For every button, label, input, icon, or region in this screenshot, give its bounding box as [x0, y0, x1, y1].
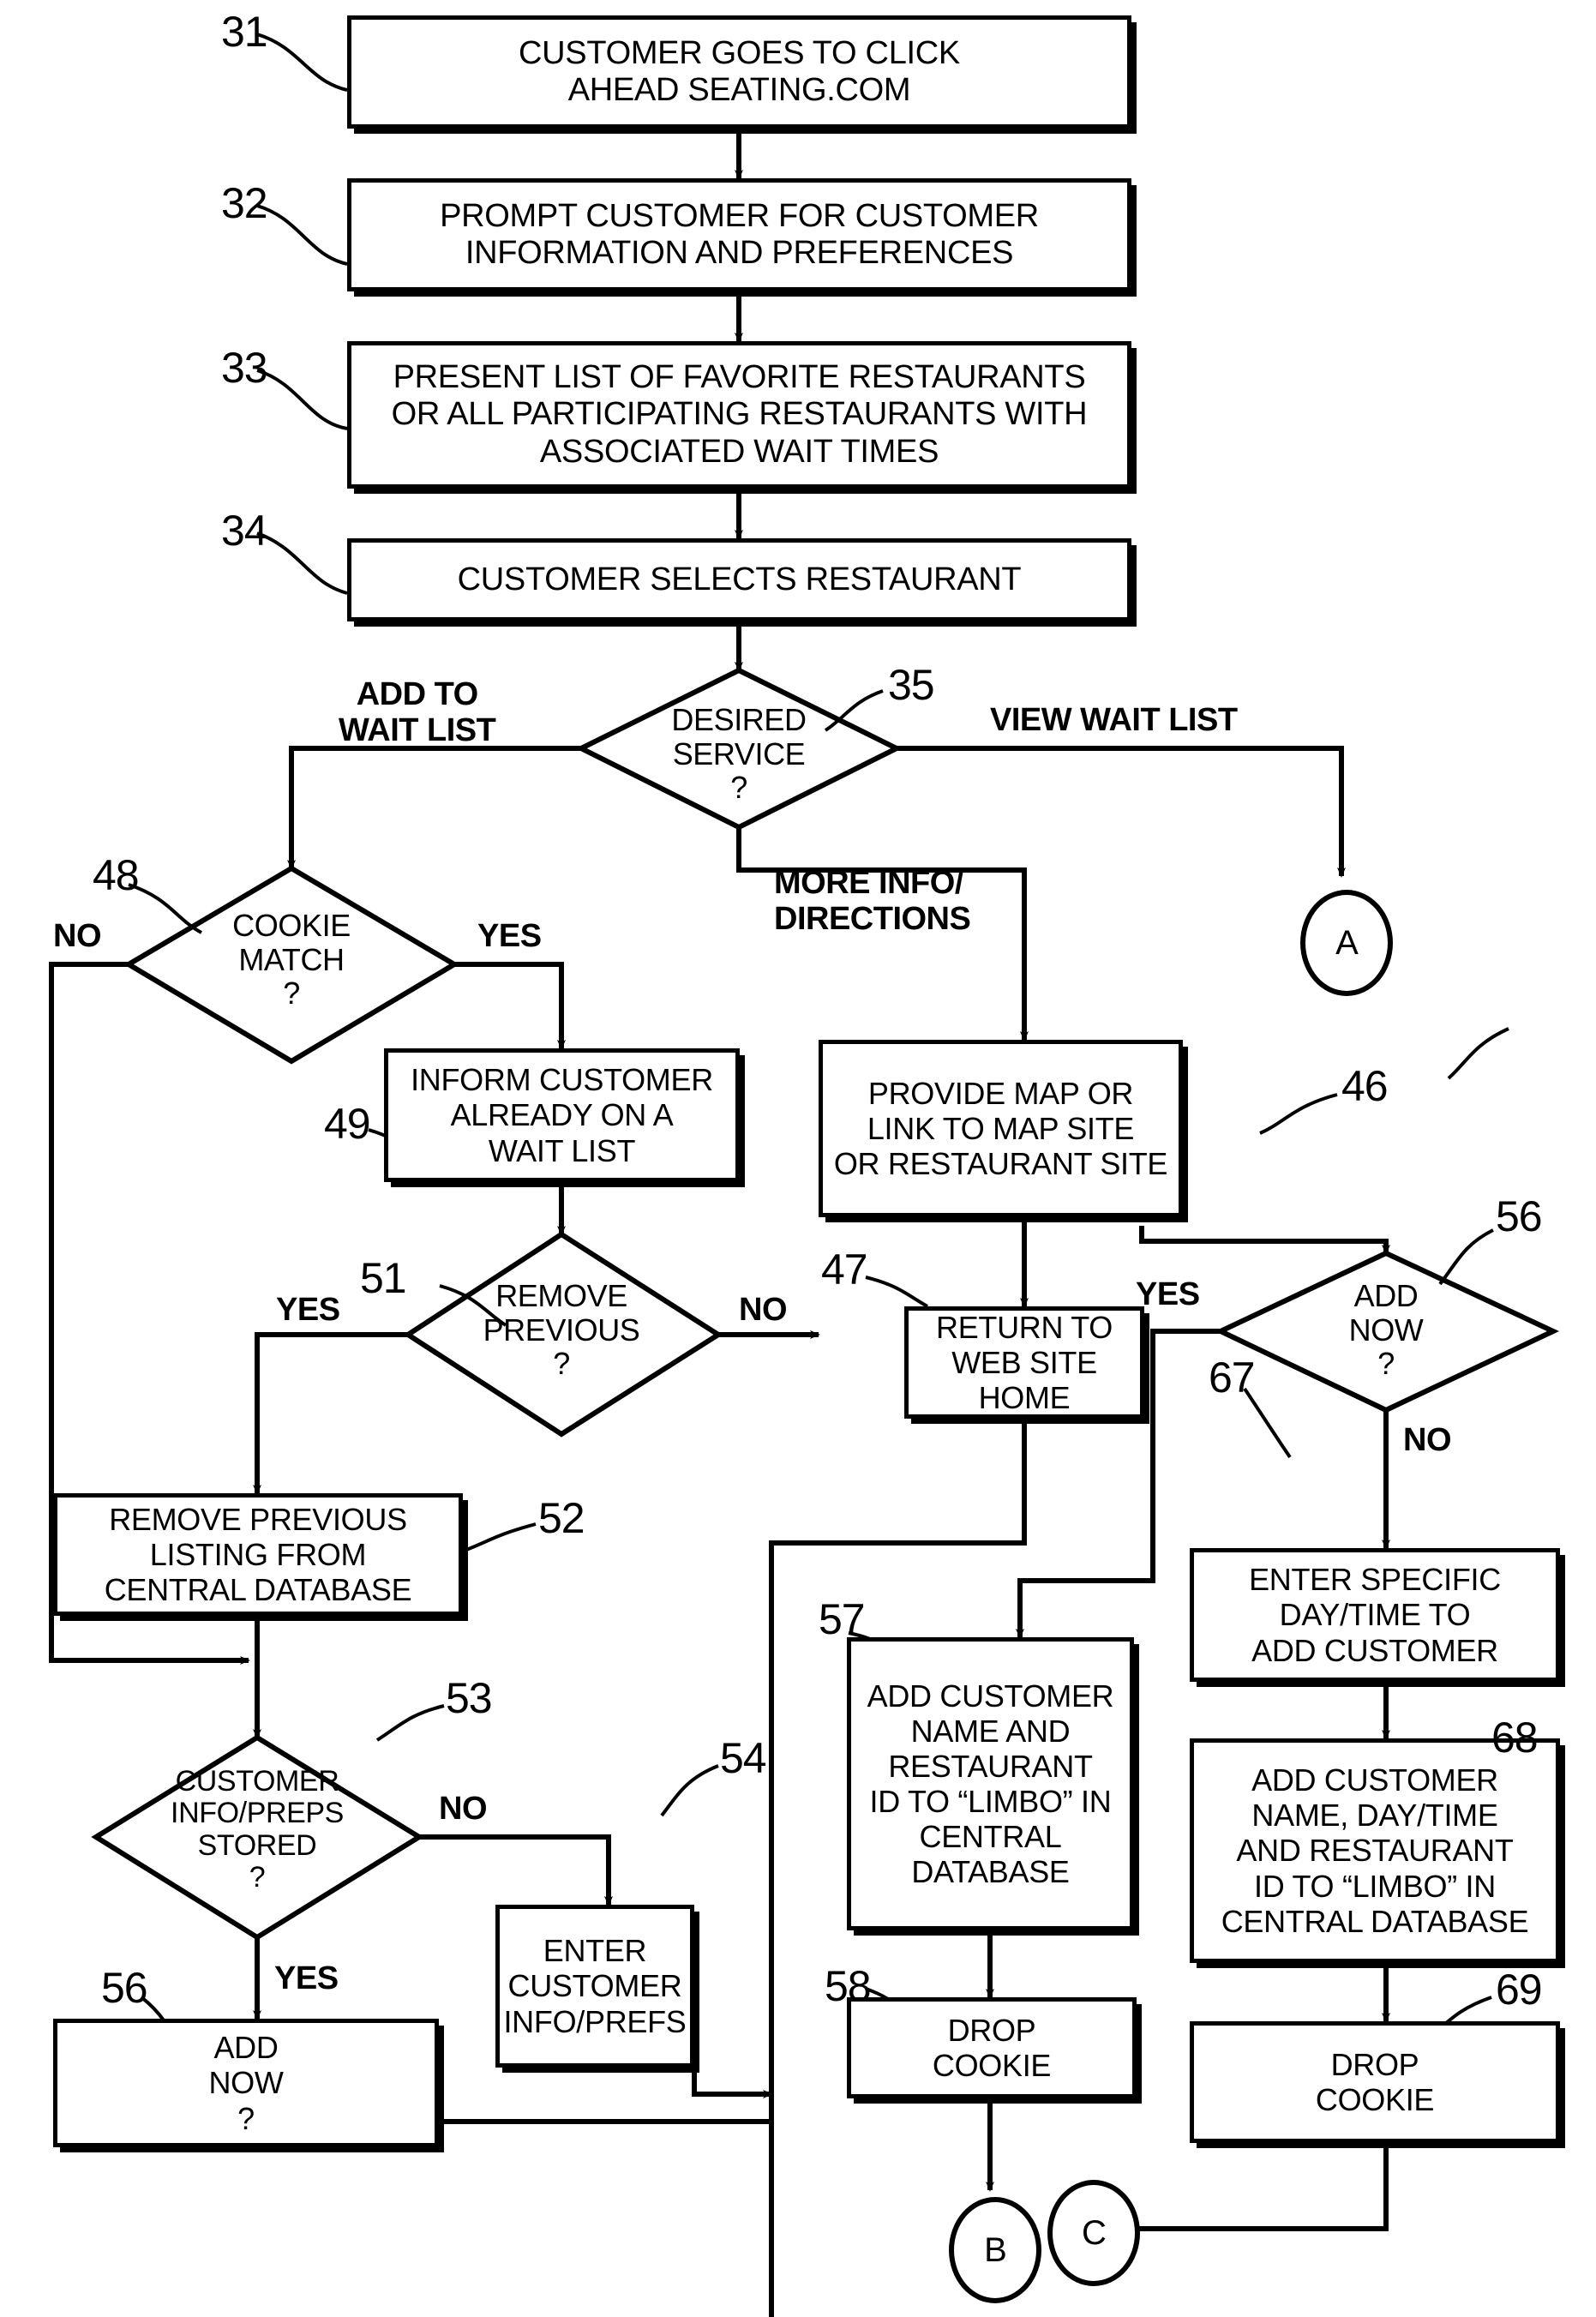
edge-label-remove-no: NO — [739, 1292, 788, 1328]
process-67[interactable]: ENTER SPECIFIC DAY/TIME TO ADD CUSTOMER — [1190, 1548, 1560, 1682]
edge-label-stored-no: NO — [439, 1791, 488, 1827]
edge-label-more-info-directions: MORE INFO/ DIRECTIONS — [774, 865, 971, 937]
process-67-label: ENTER SPECIFIC DAY/TIME TO ADD CUSTOMER — [1249, 1562, 1501, 1668]
process-68-label: ADD CUSTOMER NAME, DAY/TIME AND RESTAURA… — [1221, 1762, 1529, 1939]
ref-56: 56 — [1496, 1192, 1543, 1240]
edge-label-add-to-wait-list: ADD TO WAIT LIST — [339, 676, 496, 748]
process-32[interactable]: PROMPT CUSTOMER FOR CUSTOMER INFORMATION… — [347, 178, 1131, 291]
process-33-label: PRESENT LIST OF FAVORITE RESTAURANTS OR … — [391, 359, 1088, 470]
ref-34: 34 — [221, 507, 268, 555]
ref-48: 48 — [93, 851, 140, 899]
process-34[interactable]: CUSTOMER SELECTS RESTAURANT — [347, 538, 1131, 621]
edge-label-view-wait-list: VIEW WAIT LIST — [990, 702, 1238, 738]
process-54[interactable]: ENTER CUSTOMER INFO/PREFS — [495, 1905, 694, 2068]
process-52-label: REMOVE PREVIOUS LISTING FROM CENTRAL DAT… — [104, 1501, 412, 1608]
process-32-label: PROMPT CUSTOMER FOR CUSTOMER INFORMATION… — [440, 197, 1039, 271]
edge-label-addnow-yes: YES — [1136, 1276, 1200, 1312]
ref-53: 53 — [446, 1674, 493, 1722]
ref-69: 69 — [1496, 1966, 1543, 2014]
process-46[interactable]: PROVIDE MAP OR LINK TO MAP SITE OR RESTA… — [819, 1040, 1183, 1217]
ref-31: 31 — [221, 8, 268, 56]
process-57-label: ADD CUSTOMER NAME AND RESTAURANT ID TO “… — [867, 1678, 1114, 1890]
process-34-label: CUSTOMER SELECTS RESTAURANT — [457, 561, 1022, 597]
process-55[interactable]: ADD NOW ? — [53, 2019, 439, 2147]
edge-label-cookie-yes: YES — [477, 918, 542, 954]
edge-label-stored-yes: YES — [274, 1960, 339, 1996]
process-58[interactable]: DROP COOKIE — [847, 1997, 1137, 2098]
ref-47: 47 — [821, 1246, 868, 1294]
process-47[interactable]: RETURN TO WEB SITE HOME — [904, 1306, 1144, 1419]
process-33[interactable]: PRESENT LIST OF FAVORITE RESTAURANTS OR … — [347, 341, 1131, 489]
edge-label-addnow-no: NO — [1403, 1422, 1452, 1458]
edge-label-cookie-no: NO — [53, 918, 102, 954]
process-46-label: PROVIDE MAP OR LINK TO MAP SITE OR RESTA… — [833, 1075, 1168, 1182]
ref-46: 46 — [1341, 1062, 1389, 1110]
connector-a[interactable]: A — [1300, 890, 1393, 996]
connector-a-label: A — [1335, 923, 1359, 962]
process-57[interactable]: ADD CUSTOMER NAME AND RESTAURANT ID TO “… — [847, 1637, 1134, 1930]
process-31-label: CUSTOMER GOES TO CLICK AHEAD SEATING.COM — [519, 34, 960, 108]
process-49[interactable]: INFORM CUSTOMER ALREADY ON A WAIT LIST — [384, 1048, 740, 1182]
process-68[interactable]: ADD CUSTOMER NAME, DAY/TIME AND RESTAURA… — [1190, 1738, 1560, 1963]
process-54-label: ENTER CUSTOMER INFO/PREFS — [503, 1933, 687, 2039]
process-58-label: DROP COOKIE — [932, 2012, 1052, 2083]
process-69[interactable]: DROP COOKIE — [1190, 2021, 1560, 2143]
connector-b[interactable]: B — [949, 2197, 1041, 2303]
process-52[interactable]: REMOVE PREVIOUS LISTING FROM CENTRAL DAT… — [53, 1493, 463, 1616]
ref-68: 68 — [1491, 1714, 1539, 1762]
decision-53-label: CUSTOMER INFO/PREPS STORED ? — [171, 1765, 344, 1894]
flowchart-canvas: CUSTOMER GOES TO CLICK AHEAD SEATING.COM… — [0, 0, 1596, 2317]
process-55-label: ADD NOW ? — [208, 2030, 284, 2136]
ref-51: 51 — [360, 1254, 407, 1302]
ref-55: 56 — [101, 1964, 148, 2012]
process-31[interactable]: CUSTOMER GOES TO CLICK AHEAD SEATING.COM — [347, 15, 1131, 129]
edge-label-remove-yes: YES — [276, 1292, 340, 1328]
process-47-label: RETURN TO WEB SITE HOME — [936, 1309, 1113, 1416]
ref-32: 32 — [221, 179, 268, 227]
ref-67: 67 — [1209, 1354, 1256, 1402]
ref-54: 54 — [720, 1734, 767, 1782]
decision-48-label: COOKIE MATCH ? — [232, 908, 351, 1011]
ref-35: 35 — [888, 661, 935, 709]
connector-c-label: C — [1082, 2213, 1107, 2252]
ref-33: 33 — [221, 344, 268, 392]
ref-52: 52 — [538, 1494, 585, 1542]
decision-56-label-fallback: ADD NOW ? — [1348, 1278, 1424, 1382]
process-49-label: INFORM CUSTOMER ALREADY ON A WAIT LIST — [411, 1062, 713, 1168]
process-69-label: DROP COOKIE — [1315, 2046, 1435, 2117]
ref-57: 57 — [819, 1595, 866, 1643]
decision-35-label: DESIRED SERVICE ? — [671, 702, 807, 806]
decision-51-label: REMOVE PREVIOUS ? — [483, 1278, 640, 1382]
ref-58: 58 — [825, 1962, 872, 2010]
connector-c[interactable]: C — [1047, 2180, 1140, 2286]
ref-49: 49 — [324, 1100, 371, 1148]
connector-b-label: B — [984, 2230, 1007, 2269]
